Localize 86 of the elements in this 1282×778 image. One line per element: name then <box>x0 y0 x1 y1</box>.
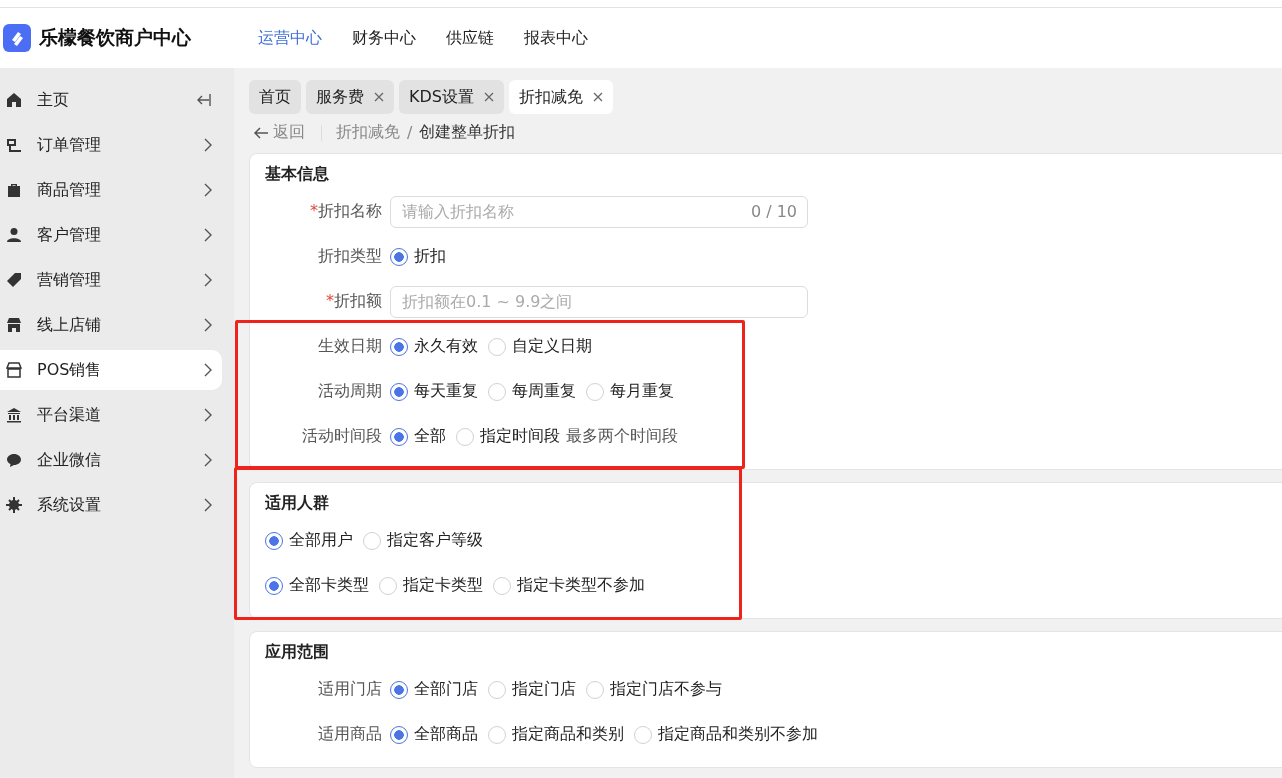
radio-button[interactable] <box>390 382 408 401</box>
page-tab[interactable]: 服务费 <box>306 80 394 114</box>
page-tab[interactable]: KDS设置 <box>399 80 504 114</box>
radio-button[interactable] <box>265 531 283 550</box>
page-tab[interactable]: 首页 <box>249 80 301 114</box>
hint-text: 最多两个时间段 <box>566 426 678 447</box>
sidebar-item[interactable]: 订单管理 <box>0 125 222 165</box>
radio-option[interactable]: 指定门店 <box>488 679 576 700</box>
tag-icon <box>6 272 22 288</box>
radio-option[interactable]: 指定商品和类别不参加 <box>634 724 818 745</box>
section-title: 应用范围 <box>265 642 330 663</box>
sidebar-item[interactable]: 系统设置 <box>0 485 222 525</box>
radio-option[interactable]: 指定时间段 <box>456 426 560 447</box>
nav-tab[interactable]: 财务中心 <box>352 27 416 49</box>
radio-option[interactable]: 指定客户等级 <box>363 530 483 551</box>
chevron-right-icon <box>204 183 212 197</box>
chat-bubble-icon <box>6 452 22 468</box>
chevron-right-icon <box>204 363 212 377</box>
arrow-left-icon <box>253 126 269 139</box>
chevron-right-icon <box>204 273 212 287</box>
house-icon <box>6 92 22 108</box>
field-label: 活动时间段 <box>301 426 383 447</box>
sidebar-item[interactable]: 客户管理 <box>0 215 222 255</box>
radio-option[interactable]: 自定义日期 <box>488 336 592 357</box>
radio-option[interactable]: 全部门店 <box>390 679 478 700</box>
nav-tab[interactable]: 报表中心 <box>524 27 588 49</box>
sidebar-item[interactable]: 线上店铺 <box>0 305 222 345</box>
storefront-icon <box>6 317 22 333</box>
sidebar-item[interactable]: POS销售 <box>0 350 222 390</box>
app-name: 乐檬餐饮商户中心 <box>39 25 191 50</box>
radio-option[interactable]: 每月重复 <box>586 381 674 402</box>
character-counter: 0 / 10 <box>750 201 797 221</box>
field-label: 生效日期 <box>317 336 383 357</box>
gear-icon <box>6 497 22 513</box>
person-icon <box>6 227 22 243</box>
chevron-right-icon <box>204 498 212 512</box>
nav-tab[interactable]: 运营中心 <box>258 27 322 49</box>
radio-button[interactable] <box>390 247 408 266</box>
sidebar-item[interactable]: 营销管理 <box>0 260 222 300</box>
radio-option[interactable]: 指定门店不参与 <box>586 679 722 700</box>
sidebar-item[interactable]: 主页 <box>0 80 222 120</box>
chevron-right-icon <box>204 318 212 332</box>
chevron-right-icon <box>204 138 212 152</box>
field-label: 折扣类型 <box>317 246 383 267</box>
radio-button[interactable] <box>265 576 283 595</box>
field-label: *折扣额 <box>325 291 383 312</box>
radio-button[interactable] <box>390 680 408 699</box>
logo-icon <box>3 24 31 52</box>
radio-option[interactable]: 全部卡类型 <box>265 575 369 596</box>
section-title: 基本信息 <box>265 164 330 185</box>
radio-option[interactable]: 指定卡类型 <box>379 575 483 596</box>
radio-option[interactable]: 每周重复 <box>488 381 576 402</box>
section-title: 适用人群 <box>265 493 330 514</box>
chevron-right-icon <box>204 453 212 467</box>
sidebar-item[interactable]: 平台渠道 <box>0 395 222 435</box>
radio-option[interactable]: 全部用户 <box>265 530 353 551</box>
breadcrumb-item: 创建整单折扣 <box>419 122 516 143</box>
bag-icon <box>6 182 22 198</box>
nav-tab[interactable]: 供应链 <box>446 27 494 49</box>
chevron-right-icon <box>204 228 212 242</box>
radio-button[interactable] <box>390 427 408 446</box>
radio-option[interactable]: 折扣 <box>390 246 446 267</box>
sidebar-item[interactable]: 商品管理 <box>0 170 222 210</box>
radio-option[interactable]: 全部商品 <box>390 724 478 745</box>
breadcrumb-separator: / <box>407 123 413 142</box>
radio-option[interactable]: 永久有效 <box>390 336 478 357</box>
bank-icon <box>6 407 22 423</box>
radio-option[interactable]: 指定卡类型不参加 <box>493 575 645 596</box>
radio-option[interactable]: 全部 <box>390 426 446 447</box>
radio-button[interactable] <box>390 337 408 356</box>
close-icon[interactable] <box>592 92 603 102</box>
shop-icon <box>6 362 22 378</box>
field-label: 适用门店 <box>317 679 383 700</box>
chevron-right-icon <box>204 408 212 422</box>
field-label: 活动周期 <box>317 381 383 402</box>
collapse-icon[interactable] <box>196 93 212 107</box>
text-input[interactable]: 折扣额在0.1 ~ 9.9之间 <box>390 285 808 318</box>
field-label: *折扣名称 <box>309 201 383 222</box>
page-tab[interactable]: 折扣减免 <box>508 80 613 114</box>
close-icon[interactable] <box>483 92 494 102</box>
close-icon[interactable] <box>374 92 384 102</box>
radio-option[interactable]: 每天重复 <box>390 381 478 402</box>
radio-button[interactable] <box>390 725 408 744</box>
sidebar-item[interactable]: 企业微信 <box>0 440 222 480</box>
radio-option[interactable]: 指定商品和类别 <box>488 724 624 745</box>
field-label: 适用商品 <box>317 724 383 745</box>
